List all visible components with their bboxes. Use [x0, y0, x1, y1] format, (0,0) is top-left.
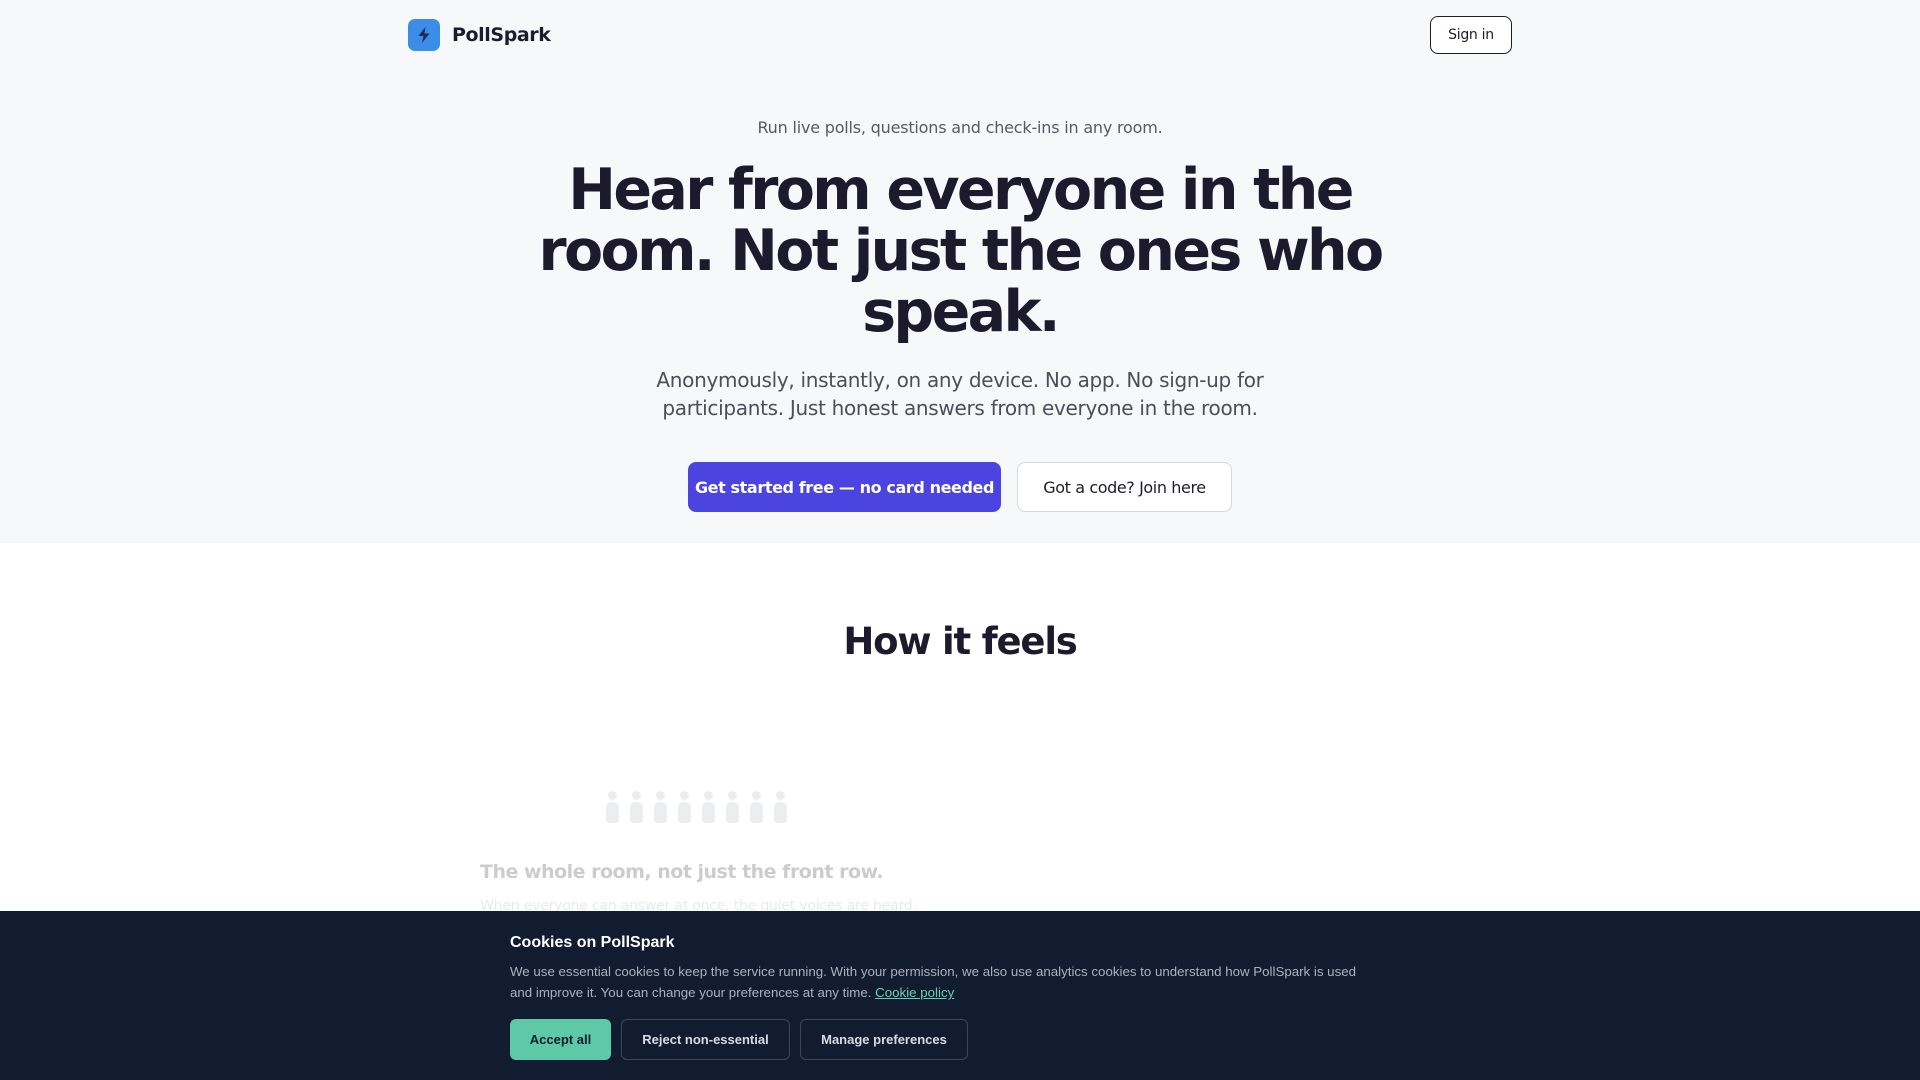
- sign-in-button[interactable]: Sign in: [1430, 16, 1512, 54]
- reject-non-essential-button[interactable]: Reject non-essential: [621, 1019, 790, 1060]
- how-it-feels-title: How it feels: [843, 620, 1077, 663]
- cookie-banner-title: Cookies on PollSpark: [510, 934, 675, 951]
- lightning-bolt-icon: [408, 19, 440, 51]
- hero-eyebrow: Run live polls, questions and check-ins …: [757, 118, 1163, 137]
- cookie-banner-text: We use essential cookies to keep the ser…: [510, 961, 1370, 1003]
- cookie-policy-link[interactable]: Cookie policy: [875, 985, 954, 1000]
- brand-logo-link[interactable]: PollSpark: [408, 19, 551, 51]
- get-started-button[interactable]: Get started free — no card needed: [688, 462, 1001, 512]
- person-icon: [653, 791, 668, 823]
- hero-headline: Hear from everyone in the room. Not just…: [538, 157, 1384, 345]
- person-icon: [605, 791, 620, 823]
- brand-name: PollSpark: [452, 24, 551, 46]
- manage-preferences-button[interactable]: Manage preferences: [800, 1019, 968, 1060]
- join-with-code-button[interactable]: Got a code? Join here: [1017, 462, 1232, 512]
- person-icon: [701, 791, 716, 823]
- person-icon: [725, 791, 740, 823]
- person-icon: [773, 791, 788, 823]
- accept-all-button[interactable]: Accept all: [510, 1019, 611, 1060]
- site-header: PollSpark Sign in: [0, 0, 1920, 70]
- person-icon: [629, 791, 644, 823]
- hero-subhead: Anonymously, instantly, on any device. N…: [656, 368, 1264, 420]
- person-icon: [749, 791, 764, 823]
- cookie-banner: Cookies on PollSpark We use essential co…: [0, 911, 1920, 1080]
- people-group-icon: [605, 791, 795, 823]
- feature-title: The whole room, not just the front row.: [480, 861, 884, 883]
- person-icon: [677, 791, 692, 823]
